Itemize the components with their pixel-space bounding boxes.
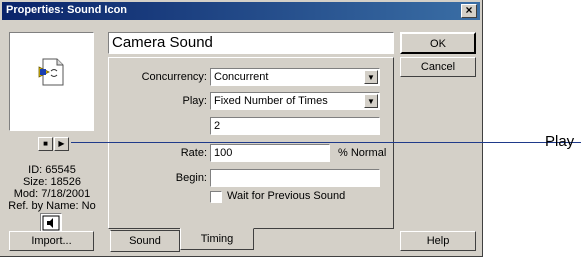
sound-preview [9, 32, 94, 131]
begin-field[interactable] [210, 169, 380, 187]
rate-label: Rate: [180, 147, 207, 159]
times-field[interactable]: 2 [210, 117, 380, 135]
title-bar: Properties: Sound Icon × [2, 2, 480, 20]
tab-timing[interactable]: Timing [180, 228, 254, 250]
callout-line [71, 142, 581, 143]
icon-name-field[interactable]: Camera Sound [108, 32, 394, 54]
play-select[interactable]: Fixed Number of Times ▼ [210, 92, 380, 110]
begin-label: Begin: [175, 172, 207, 184]
window-title: Properties: Sound Icon [6, 4, 128, 16]
close-button[interactable]: × [461, 4, 477, 18]
concurrency-select[interactable]: Concurrent ▼ [210, 68, 380, 86]
play-button[interactable]: ▶ [54, 137, 69, 151]
wait-checkbox[interactable] [210, 191, 222, 203]
concurrency-label: Concurrency: [141, 71, 207, 83]
rate-unit: % Normal [338, 147, 387, 159]
timing-panel: Concurrency: Concurrent ▼ Play: Fixed Nu… [108, 57, 394, 229]
chevron-down-icon[interactable]: ▼ [364, 94, 378, 108]
play-label: Play: [182, 95, 207, 107]
rate-field[interactable]: 100 [210, 144, 330, 162]
info-id: ID: 65545 [28, 164, 76, 176]
callout-label: Play [545, 133, 575, 150]
tab-sound[interactable]: Sound [110, 230, 180, 252]
chevron-down-icon[interactable]: ▼ [364, 70, 378, 84]
ok-button[interactable]: OK [400, 32, 476, 54]
info-size: Size: 18526 [22, 176, 82, 188]
info-mod: Mod: 7/18/2001 [13, 188, 91, 200]
cancel-button[interactable]: Cancel [400, 57, 476, 77]
help-button[interactable]: Help [400, 231, 476, 251]
sound-icon [40, 213, 62, 233]
speaker-icon [42, 215, 60, 231]
concurrency-value: Concurrent [214, 71, 269, 83]
wait-label: Wait for Previous Sound [227, 190, 346, 202]
import-button[interactable]: Import... [9, 231, 94, 251]
info-ref: Ref. by Name: No [8, 200, 96, 212]
stop-button[interactable]: ■ [38, 137, 53, 151]
sound-file-icon [38, 58, 64, 86]
play-value: Fixed Number of Times [214, 95, 328, 107]
properties-window: Properties: Sound Icon × ■ ▶ ID: 65545 S… [0, 0, 483, 257]
